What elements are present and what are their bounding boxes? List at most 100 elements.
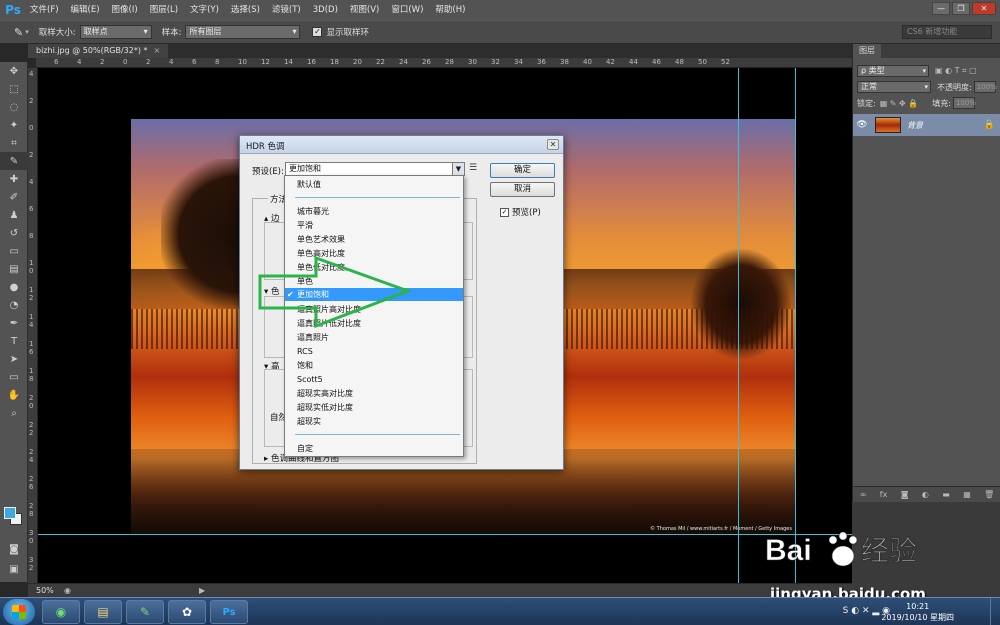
eye-icon[interactable]: 👁 xyxy=(853,120,871,130)
gradient-tool-icon[interactable]: ▤ xyxy=(0,260,28,278)
sample-select[interactable]: 所有图层 xyxy=(185,25,301,39)
close-button[interactable]: ✕ xyxy=(972,2,996,15)
marquee-tool-icon[interactable]: ⬚ xyxy=(0,80,28,98)
tool-preset-chevron-icon[interactable]: ▾ xyxy=(25,28,29,36)
ruler-horizontal: 6 4 2 0 2 4 6 8 10 12 14 16 18 20 22 24 26 28 30 32 34 36 38 40… xyxy=(36,58,852,68)
healing-brush-tool-icon[interactable]: ✚ xyxy=(0,170,28,188)
menu-window[interactable]: 窗口(W) xyxy=(385,0,429,20)
photoshop-taskbar-icon[interactable]: Ps xyxy=(210,600,248,624)
foreground-color-swatch[interactable] xyxy=(4,507,16,519)
preview-checkbox-group[interactable]: ✓ 预览(P) xyxy=(500,206,541,218)
menu-layer[interactable]: 图层(L) xyxy=(144,0,184,20)
new-group-icon[interactable]: ▬ xyxy=(942,490,950,499)
preset-item-scott5[interactable]: Scott5 xyxy=(285,373,463,386)
path-selection-tool-icon[interactable]: ➤ xyxy=(0,350,28,368)
preset-item-surreal-low-contrast[interactable]: 超现实低对比度 xyxy=(285,401,463,414)
preset-item-default[interactable]: 默认值 xyxy=(285,178,463,191)
menu-filter[interactable]: 滤镜(T) xyxy=(266,0,307,20)
maximize-button[interactable]: ❐ xyxy=(952,2,970,15)
brush-tool-icon[interactable]: ✐ xyxy=(0,188,28,206)
preset-dropdown-arrow-icon[interactable]: ▼ xyxy=(452,163,464,175)
blend-mode-select[interactable]: 正常 xyxy=(857,81,931,93)
preset-item-city-twilight[interactable]: 城市暮光 xyxy=(285,205,463,218)
eyedropper-tool-icon[interactable]: ✎ xyxy=(14,26,23,39)
menu-edit[interactable]: 编辑(E) xyxy=(65,0,106,20)
preset-select[interactable]: 更加饱和 xyxy=(285,162,465,176)
minimize-button[interactable]: — xyxy=(932,2,950,15)
filter-icons[interactable]: ▣ ◐ T ⌗ ▢ xyxy=(935,66,977,76)
preset-item-surreal-high-contrast[interactable]: 超现实高对比度 xyxy=(285,387,463,400)
layer-kind-filter[interactable]: ρ 类型 xyxy=(857,65,929,77)
stamp-tool-icon[interactable]: ♟ xyxy=(0,206,28,224)
menu-image[interactable]: 图像(I) xyxy=(106,0,144,20)
history-brush-tool-icon[interactable]: ↺ xyxy=(0,224,28,242)
dialog-close-icon[interactable]: ✕ xyxy=(547,139,559,150)
link-layers-icon[interactable]: ∞ xyxy=(860,490,867,499)
preview-checkbox[interactable]: ✓ xyxy=(500,207,509,217)
new-layer-icon[interactable]: ▦ xyxy=(963,490,971,499)
layer-row-background[interactable]: 👁 背景 🔒 xyxy=(853,114,1000,136)
menu-file[interactable]: 文件(F) xyxy=(24,0,65,20)
cancel-button[interactable]: 取消 xyxy=(490,182,555,197)
sample-size-label: 取样大小: xyxy=(38,28,76,38)
show-desktop-button[interactable] xyxy=(990,598,1000,625)
shape-tool-icon[interactable]: ▭ xyxy=(0,368,28,386)
info-icon[interactable]: ◉ xyxy=(64,586,71,595)
type-tool-icon[interactable]: T xyxy=(0,332,28,350)
folder-taskbar-icon[interactable]: ▤ xyxy=(84,600,122,624)
screen-mode-icon[interactable]: ▣ xyxy=(0,560,28,578)
crop-tool-icon[interactable]: ⌗ xyxy=(0,134,28,152)
guide-vertical[interactable] xyxy=(738,68,739,583)
dialog-titlebar[interactable]: HDR 色调 ✕ xyxy=(240,136,563,154)
document-tab[interactable]: bizhi.jpg @ 50%(RGB/32*) * × xyxy=(28,44,169,58)
zoom-level[interactable]: 50% xyxy=(36,586,64,595)
preset-item-custom[interactable]: 自定 xyxy=(285,442,463,455)
tray-clock[interactable]: 10:21 2019/10/10 星期四 xyxy=(881,601,954,623)
preset-item-saturated[interactable]: 饱和 xyxy=(285,359,463,372)
menu-help[interactable]: 帮助(H) xyxy=(429,0,471,20)
blur-tool-icon[interactable]: ● xyxy=(0,278,28,296)
preset-item-flat[interactable]: 平滑 xyxy=(285,219,463,232)
dodge-tool-icon[interactable]: ◔ xyxy=(0,296,28,314)
browser-taskbar-icon[interactable]: ◉ xyxy=(42,600,80,624)
layers-tab[interactable]: 图层 xyxy=(853,44,881,58)
eraser-tool-icon[interactable]: ▭ xyxy=(0,242,28,260)
start-button[interactable] xyxy=(3,599,35,625)
sample-size-select[interactable]: 取样点 xyxy=(79,25,152,39)
document-tab-close-icon[interactable]: × xyxy=(154,46,161,55)
fx-icon[interactable]: fx xyxy=(880,490,888,499)
add-mask-icon[interactable]: ◙ xyxy=(901,490,909,499)
ok-button[interactable]: 确定 xyxy=(490,163,555,178)
guide-vertical[interactable] xyxy=(795,68,796,583)
lock-icons[interactable]: ▦ ✎ ✥ 🔒 xyxy=(880,99,919,108)
options-bar: ✎ ▾ 取样大小: 取样点 样本: 所有图层 ✓ 显示取样环 CS6 新增功能 xyxy=(0,20,1000,44)
lasso-tool-icon[interactable]: ◌ xyxy=(0,98,28,116)
ruler-tick-label: 40 xyxy=(583,58,592,66)
opacity-field[interactable]: 100% xyxy=(973,81,997,93)
baidu-taskbar-icon[interactable]: ✿ xyxy=(168,600,206,624)
preset-item-rcs[interactable]: RCS xyxy=(285,345,463,358)
eyedropper-tool-icon[interactable]: ✎ xyxy=(0,152,28,170)
quick-mask-icon[interactable]: ◙ xyxy=(0,540,28,558)
preset-options-icon[interactable]: ☰ xyxy=(469,163,477,173)
workspace-select[interactable]: CS6 新增功能 xyxy=(902,25,992,39)
adjustment-layer-icon[interactable]: ◐ xyxy=(922,490,929,499)
preset-item-mono-artistic[interactable]: 单色艺术效果 xyxy=(285,233,463,246)
pen-tool-icon[interactable]: ✒ xyxy=(0,314,28,332)
menu-view[interactable]: 视图(V) xyxy=(344,0,385,20)
menu-type[interactable]: 文字(Y) xyxy=(184,0,225,20)
app-taskbar-icon[interactable]: ✎ xyxy=(126,600,164,624)
hand-tool-icon[interactable]: ✋ xyxy=(0,386,28,404)
preset-item-surreal[interactable]: 超现实 xyxy=(285,415,463,428)
trash-icon[interactable]: 🗑 xyxy=(984,490,994,499)
fill-field[interactable]: 100% xyxy=(952,97,976,109)
show-ring-checkbox[interactable]: ✓ xyxy=(312,27,323,37)
ruler-tick-label: 0 xyxy=(123,58,128,66)
guide-horizontal[interactable] xyxy=(38,534,852,535)
move-tool-icon[interactable]: ✥ xyxy=(0,62,28,80)
magic-wand-tool-icon[interactable]: ✦ xyxy=(0,116,28,134)
menu-select[interactable]: 选择(S) xyxy=(225,0,266,20)
zoom-tool-icon[interactable]: ⌕ xyxy=(0,404,28,422)
menu-3d[interactable]: 3D(D) xyxy=(307,0,344,20)
status-expand-icon[interactable]: ▶ xyxy=(199,586,205,595)
